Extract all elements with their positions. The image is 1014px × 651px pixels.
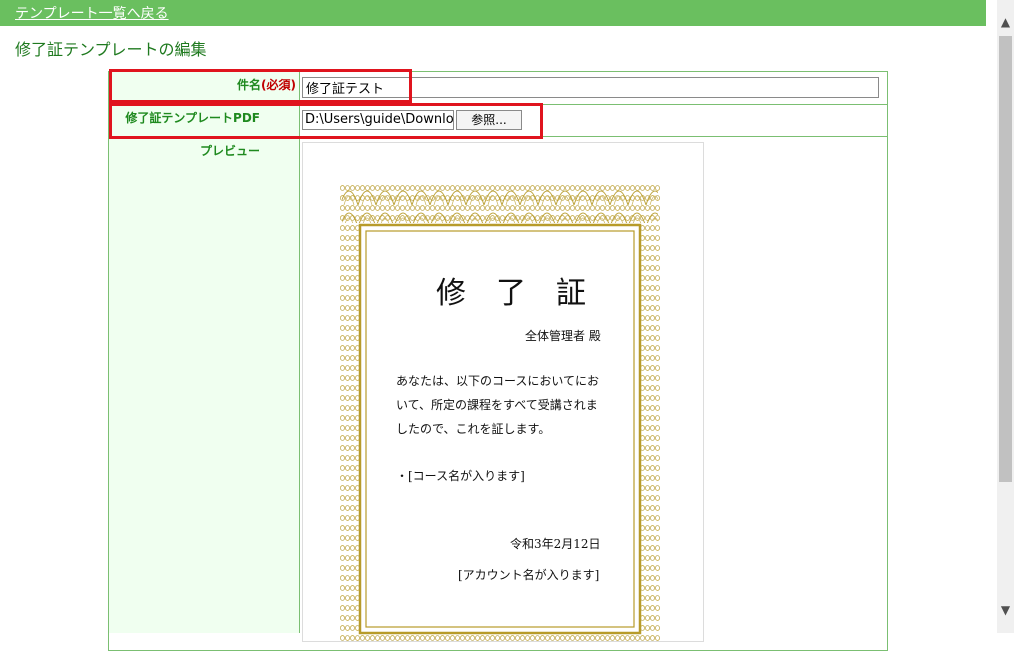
back-to-template-list-link[interactable]: テンプレート一覧へ戻る [15, 3, 169, 23]
highlight-name-row [109, 69, 412, 103]
scroll-down-icon[interactable]: ▼ [997, 602, 1014, 619]
top-bar: テンプレート一覧へ戻る [0, 0, 986, 26]
preview-label: プレビュー [199, 144, 260, 158]
certificate-title: 修 了 証 [436, 276, 586, 311]
highlight-pdf-row [109, 103, 543, 139]
certificate-body-line: あなたは、以下のコースにおいてにお [396, 374, 600, 388]
certificate-body-line: したので、これを証します。 [396, 422, 551, 436]
certificate-recipient: 全体管理者 殿 [525, 329, 601, 343]
certificate-account: [アカウント名が入ります] [458, 568, 600, 582]
certificate-body-line: いて、所定の課程をすべて受講されま [396, 398, 598, 412]
column-divider [299, 72, 300, 633]
certificate-course: ・[コース名が入ります] [396, 469, 525, 483]
certificate-date: 令和3年2月12日 [510, 537, 601, 551]
page-title: 修了証テンプレートの編集 [15, 40, 207, 59]
scrollbar-thumb[interactable] [999, 36, 1012, 482]
scroll-up-icon[interactable]: ▲ [997, 14, 1014, 31]
